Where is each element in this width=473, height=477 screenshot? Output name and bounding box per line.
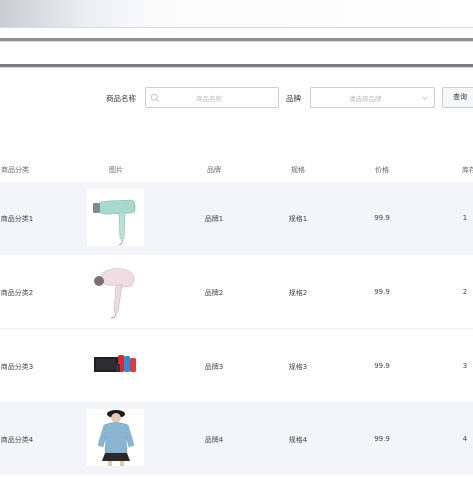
brand-cell: 品牌2 bbox=[204, 289, 224, 297]
game-console-image bbox=[87, 337, 144, 394]
hair-dryer-mint-image bbox=[87, 189, 144, 246]
column-header-brand: 品牌 bbox=[207, 166, 221, 174]
spec-cell: 规格4 bbox=[288, 436, 308, 444]
brand-cell: 品牌4 bbox=[204, 436, 224, 444]
column-header-stock: 库存 bbox=[462, 166, 473, 174]
price-cell: 99.9 bbox=[374, 435, 390, 443]
divider bbox=[0, 41, 473, 42]
column-header-image: 图片 bbox=[109, 166, 123, 174]
stock-cell: 3 bbox=[462, 362, 468, 370]
brand-cell: 品牌1 bbox=[204, 215, 224, 223]
price-cell: 99.9 bbox=[374, 288, 390, 296]
product-image bbox=[87, 409, 144, 466]
table-row[interactable]: 商品分类1 品牌1 规格1 99.9 1 bbox=[0, 182, 473, 255]
table-row[interactable]: 商品分类4 品牌4 规格4 99.9 4 bbox=[0, 402, 473, 475]
column-header-price: 价格 bbox=[375, 166, 389, 174]
table-row[interactable]: 商品分类3 品牌3 规格3 99.9 3 bbox=[0, 329, 473, 402]
name-input-placeholder: 商品名称 bbox=[196, 95, 222, 103]
product-image bbox=[87, 263, 144, 320]
brand-select[interactable]: 请选择品牌 bbox=[310, 87, 435, 108]
category-cell: 商品分类2 bbox=[0, 289, 34, 297]
query-button[interactable]: 查询 bbox=[442, 87, 473, 108]
name-label: 商品名称 bbox=[106, 94, 136, 103]
hair-dryer-pink-image bbox=[87, 263, 144, 320]
product-image bbox=[87, 189, 144, 246]
divider bbox=[0, 27, 473, 28]
chevron-down-icon bbox=[422, 96, 428, 100]
category-cell: 商品分类3 bbox=[0, 363, 34, 371]
spec-cell: 规格3 bbox=[288, 363, 308, 371]
column-header-spec: 规格 bbox=[291, 166, 305, 174]
brand-cell: 品牌3 bbox=[204, 363, 224, 371]
category-cell: 商品分类1 bbox=[0, 215, 34, 223]
brand-label: 品牌 bbox=[286, 94, 301, 103]
blue-sweater-outfit-image bbox=[87, 409, 144, 466]
table-row[interactable]: 商品分类2 品牌2 规格2 99.9 2 bbox=[0, 255, 473, 328]
top-band bbox=[0, 0, 473, 28]
price-cell: 99.9 bbox=[374, 362, 390, 370]
spec-cell: 规格1 bbox=[288, 215, 308, 223]
column-header-category: 商品分类 bbox=[1, 166, 29, 174]
brand-select-placeholder: 请选择品牌 bbox=[349, 95, 382, 103]
divider bbox=[0, 67, 473, 68]
stock-cell: 1 bbox=[462, 214, 468, 222]
search-icon bbox=[150, 93, 160, 103]
price-cell: 99.9 bbox=[374, 214, 390, 222]
spec-cell: 规格2 bbox=[288, 289, 308, 297]
product-image bbox=[87, 337, 144, 394]
name-input[interactable]: 商品名称 bbox=[145, 87, 279, 108]
stock-cell: 4 bbox=[462, 435, 468, 443]
stock-cell: 2 bbox=[462, 288, 468, 296]
category-cell: 商品分类4 bbox=[0, 436, 34, 444]
